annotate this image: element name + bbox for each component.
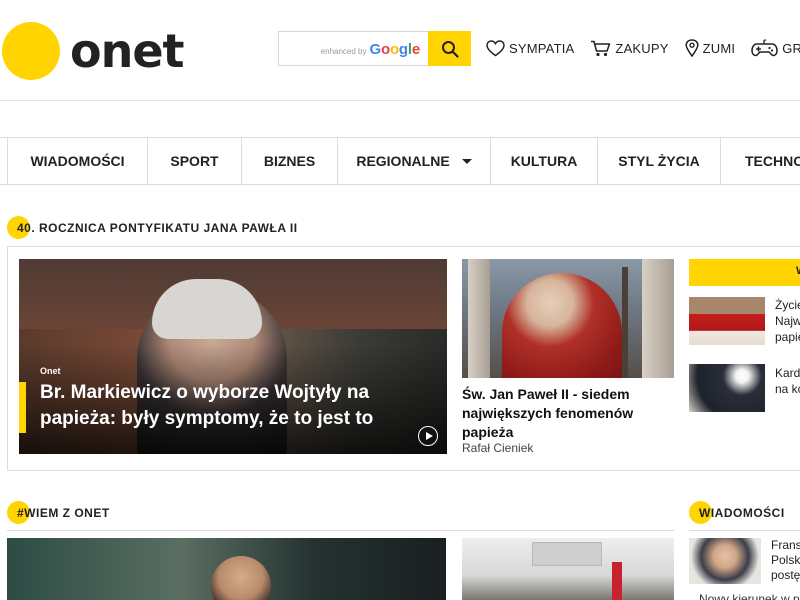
nav-item-label: STYL ŻYCIA [618, 153, 700, 169]
card-image-pope[interactable] [462, 259, 674, 378]
cart-icon [591, 40, 611, 56]
card-image-staff [622, 267, 628, 378]
card-image-column [642, 259, 674, 378]
nav-item-sport[interactable]: SPORT [148, 138, 242, 184]
nav-item-kultura[interactable]: KULTURA [491, 138, 598, 184]
header: onet enhanced by Google SYMPATIA ZAKUPY [0, 0, 800, 101]
section-title-wiadomosci[interactable]: WIADOMOŚCI [689, 501, 785, 524]
side-header[interactable]: W [689, 259, 800, 286]
side-item-text: Życie Najw papie [775, 297, 800, 345]
news-item-line: Polsk [771, 553, 800, 567]
chevron-down-icon [461, 158, 472, 164]
onet-homepage: onet enhanced by Google SYMPATIA ZAKUPY [0, 0, 800, 600]
section-title-label: WIADOMOŚCI [699, 505, 785, 520]
nav-item-regionalne[interactable]: REGIONALNE [338, 138, 491, 184]
logo-text: onet [70, 24, 185, 78]
side-item-text: Kard na ko [775, 365, 800, 397]
gry-label: GRY [782, 40, 800, 56]
section-title-wiem[interactable]: #WIEM Z ONET [7, 501, 110, 524]
nav-item-styl-zycia[interactable]: STYL ŻYCIA [598, 138, 721, 184]
news-item-text: Frans Polsk postę [771, 538, 800, 583]
news-thumb [689, 538, 761, 584]
nav-item-label: SPORT [170, 153, 219, 169]
zumi-link[interactable]: ZUMI [685, 39, 736, 57]
map-pin-icon [685, 39, 699, 57]
nav-item-technologie[interactable]: TECHNOLOG [721, 138, 800, 184]
nav-item-label: REGIONALNE [356, 153, 450, 169]
sympatia-label: SYMPATIA [509, 40, 575, 56]
news-item-line: postę [771, 568, 800, 582]
gry-link[interactable]: GRY [751, 39, 800, 57]
nav-item-biznes[interactable]: BIZNES [242, 138, 338, 184]
google-label: Google [369, 41, 421, 58]
side-item-line: Najw [775, 314, 800, 328]
onet-logo[interactable]: onet [2, 22, 185, 80]
hero-accent-bar [19, 382, 26, 433]
search-bar: enhanced by Google [278, 31, 471, 66]
nav-item-wiadomosci[interactable]: WIADOMOŚCI [7, 138, 148, 184]
top-links: SYMPATIA ZAKUPY ZUMI GRY [486, 39, 800, 57]
search-hint: enhanced by Google [320, 41, 421, 58]
article-image-wiem-2[interactable] [462, 538, 674, 600]
zakupy-label: ZAKUPY [615, 40, 669, 56]
nav-item-label: KULTURA [510, 153, 578, 169]
card-image-figure [502, 273, 622, 378]
card-title[interactable]: Św. Jan Paweł II - siedem największych f… [462, 385, 672, 442]
logo-circle [2, 22, 60, 80]
side-item[interactable]: Kard na ko [689, 364, 800, 412]
sympatia-link[interactable]: SYMPATIA [486, 39, 575, 57]
section-divider [689, 530, 800, 531]
nav-item-label: BIZNES [263, 153, 316, 169]
news-item-line: Frans [771, 538, 800, 552]
article-image-flag [612, 562, 622, 600]
news-item[interactable]: Frans Polsk postę [689, 538, 800, 584]
play-icon[interactable] [418, 426, 438, 446]
nav-item-label: WIADOMOŚCI [30, 153, 125, 169]
section-title-pontyfikat[interactable]: 40. ROCZNICA PONTYFIKATU JANA PAWŁA II [7, 216, 298, 239]
gamepad-icon [751, 39, 778, 57]
hero-source: Onet [40, 366, 61, 376]
side-item-line: papie [775, 330, 800, 344]
card-image-column [468, 259, 490, 378]
article-image-detail [532, 542, 602, 566]
article-image-wiem-1[interactable] [7, 538, 446, 600]
hero-image-hair [152, 279, 262, 339]
search-button[interactable] [428, 31, 471, 66]
nav-item-label: TECHNOLOG [745, 153, 800, 169]
side-header-label: W [796, 265, 800, 277]
main-nav: WIADOMOŚCI SPORT BIZNES REGIONALNE KULTU… [0, 137, 800, 185]
side-item-line: Życie [775, 298, 800, 312]
enhanced-by-label: enhanced by [320, 47, 367, 56]
news-caption[interactable]: Nowy kierunek w pi [699, 592, 800, 600]
zakupy-link[interactable]: ZAKUPY [590, 40, 668, 57]
hero-title[interactable]: Br. Markiewicz o wyborze Wojtyły na papi… [40, 380, 435, 432]
side-thumb [689, 297, 765, 345]
heart-icon [486, 39, 505, 56]
side-thumb [689, 364, 765, 412]
hero-article[interactable]: Onet Br. Markiewicz o wyborze Wojtyły na… [19, 259, 447, 454]
side-item[interactable]: Życie Najw papie [689, 297, 800, 345]
side-item-line: Kard [775, 366, 800, 380]
article-image-person [211, 556, 271, 600]
search-icon [441, 40, 459, 58]
search-input[interactable]: enhanced by Google [278, 31, 428, 66]
section-title-label: #WIEM Z ONET [17, 505, 110, 520]
side-item-line: na ko [775, 382, 800, 396]
zumi-label: ZUMI [702, 40, 736, 56]
section-title-label: 40. ROCZNICA PONTYFIKATU JANA PAWŁA II [17, 220, 298, 235]
card-author: Rafał Cieniek [462, 441, 534, 455]
section-divider [7, 530, 674, 531]
